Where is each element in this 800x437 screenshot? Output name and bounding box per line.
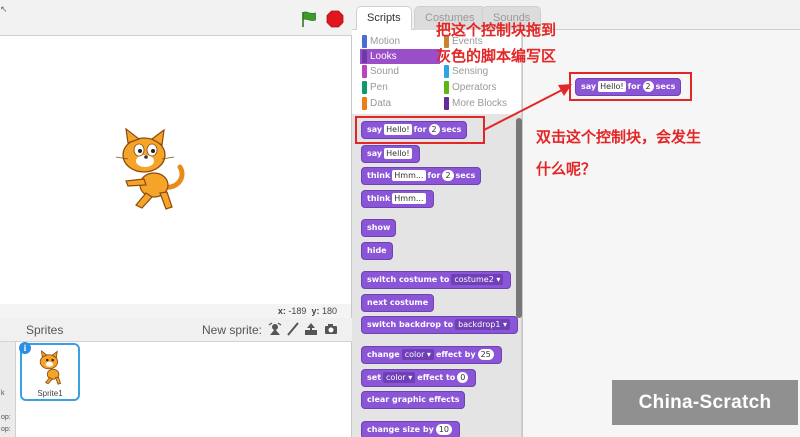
y-value: 180 xyxy=(321,306,337,316)
stage-corner-mark: ↖ xyxy=(0,4,8,14)
block-number-input[interactable]: 0 xyxy=(457,372,469,383)
block-say[interactable]: say Hello! xyxy=(361,145,420,163)
annotation-drag-instruction: 把这个控制块拖到 xyxy=(436,21,557,39)
block-text: think xyxy=(367,194,391,203)
block-clear-graphic-effects[interactable]: clear graphic effects xyxy=(361,391,466,409)
stage-toolbar xyxy=(0,0,352,36)
annotation-drag-instruction-2: 灰色的脚本编写区 xyxy=(436,47,557,65)
block-text: effect by xyxy=(435,350,476,359)
stage-col-text: op: xyxy=(1,414,11,421)
stage-col-text: k xyxy=(1,390,5,397)
stage[interactable] xyxy=(0,36,352,304)
annotation-question-2: 什么呢？ xyxy=(536,160,597,178)
highlight-script-block xyxy=(569,72,692,101)
sprites-title: Sprites xyxy=(26,323,64,337)
mouse-coordinates: x: -189 y: 180 xyxy=(0,304,352,318)
category-pen[interactable]: Pen xyxy=(360,80,388,95)
block-text: secs xyxy=(455,171,476,180)
block-hide[interactable]: hide xyxy=(361,242,393,260)
cat-sprite-image[interactable] xyxy=(108,125,190,215)
x-label: x: xyxy=(277,306,286,316)
y-label: y: xyxy=(311,306,320,316)
block-text: change xyxy=(367,350,400,359)
category-looks[interactable]: Looks xyxy=(360,49,440,64)
block-switch-backdrop[interactable]: switch backdrop to backdrop1 ▾ xyxy=(361,316,518,334)
block-next-costume[interactable]: next costume xyxy=(361,294,435,312)
block-text-input[interactable]: Hello! xyxy=(384,148,412,159)
block-text: say xyxy=(367,149,383,158)
block-show[interactable]: show xyxy=(361,219,397,237)
block-text: for xyxy=(427,171,441,180)
cat-thumbnail-image xyxy=(39,350,62,385)
dropdown-value: color xyxy=(404,350,425,359)
block-text: effect to xyxy=(417,373,456,382)
block-text-input[interactable]: Hmm... xyxy=(392,193,426,204)
effect-dropdown[interactable]: color ▾ xyxy=(383,372,416,383)
backdrop-dropdown[interactable]: backdrop1 ▾ xyxy=(455,319,510,330)
dropdown-value: backdrop1 xyxy=(458,320,501,329)
sprites-header: Sprites New sprite: xyxy=(0,318,352,342)
stop-icon[interactable] xyxy=(326,10,344,28)
block-think[interactable]: think Hmm... xyxy=(361,190,434,208)
upload-sprite-icon[interactable] xyxy=(304,322,318,336)
effect-dropdown[interactable]: color ▾ xyxy=(401,349,434,360)
editor-tabs: Scripts Costumes Sounds xyxy=(352,0,800,31)
dropdown-value: color xyxy=(386,373,406,382)
block-text: set xyxy=(367,373,382,382)
tab-scripts[interactable]: Scripts xyxy=(356,6,412,31)
costume-dropdown[interactable]: costume2 ▾ xyxy=(451,274,504,285)
category-sound[interactable]: Sound xyxy=(360,64,399,79)
choose-sprite-icon[interactable] xyxy=(268,322,282,336)
block-text: change size by xyxy=(367,425,434,434)
category-data[interactable]: Data xyxy=(360,96,391,111)
block-number-input[interactable]: 2 xyxy=(442,170,454,181)
annotation-question: 双击这个控制块，会发生 xyxy=(536,128,702,146)
block-number-input[interactable]: 10 xyxy=(435,424,452,435)
block-set-effect[interactable]: set color ▾ effect to 0 xyxy=(361,369,477,387)
sprite-thumbnail-sprite1[interactable]: i Sprite1 xyxy=(19,342,80,401)
block-text: think xyxy=(367,171,391,180)
highlight-palette-block xyxy=(355,116,485,144)
block-switch-costume[interactable]: switch costume to costume2 ▾ xyxy=(361,271,512,289)
info-icon[interactable]: i xyxy=(19,342,31,354)
block-change-size[interactable]: change size by 10 xyxy=(361,421,460,437)
green-flag-icon[interactable] xyxy=(300,10,318,28)
stage-col-text: op: xyxy=(1,426,11,433)
block-text-input[interactable]: Hmm... xyxy=(392,170,426,181)
block-text: switch costume to xyxy=(367,275,450,284)
block-number-input[interactable]: 25 xyxy=(477,349,494,360)
watermark: China-Scratch xyxy=(612,380,798,425)
category-motion[interactable]: Motion xyxy=(360,34,400,49)
dropdown-value: costume2 xyxy=(454,275,494,284)
x-value: -189 xyxy=(288,306,307,316)
new-sprite-label: New sprite: xyxy=(202,323,263,337)
paint-brush-icon[interactable] xyxy=(286,322,300,336)
block-change-effect[interactable]: change color ▾ effect by 25 xyxy=(361,346,502,364)
sprite-name: Sprite1 xyxy=(37,389,63,398)
stage-thumbnail-column[interactable]: k op: op: xyxy=(0,342,16,437)
block-text: switch backdrop to xyxy=(367,320,454,329)
block-think-for-secs[interactable]: think Hmm... for 2 secs xyxy=(361,167,482,185)
camera-icon[interactable] xyxy=(324,322,338,336)
